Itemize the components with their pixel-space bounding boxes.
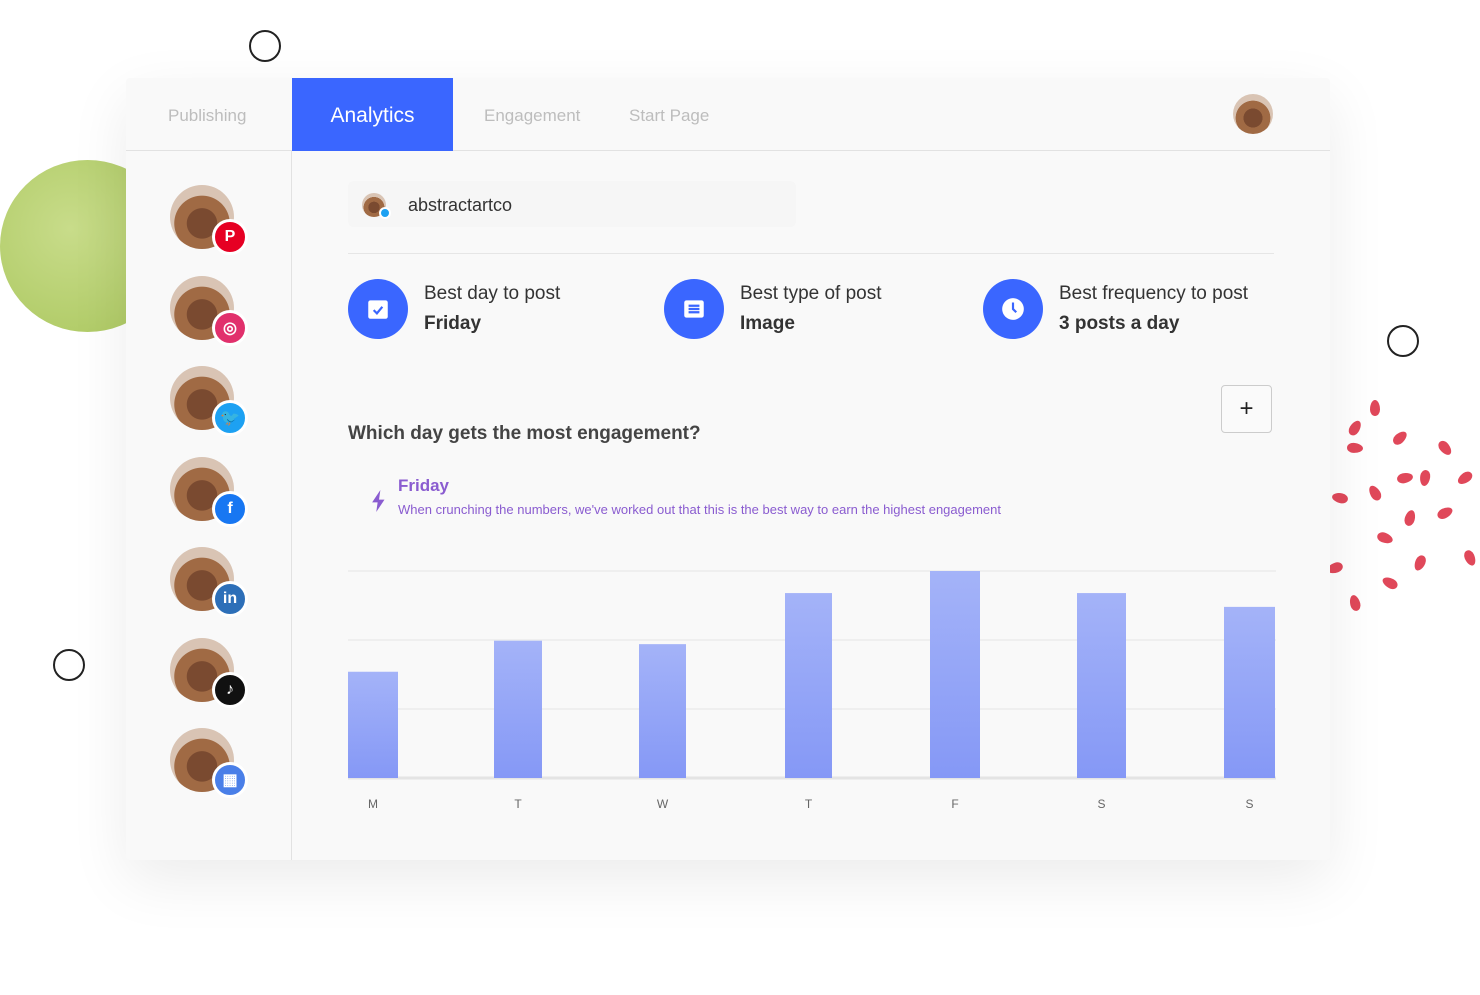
pinterest-icon: P xyxy=(212,219,248,255)
clock-icon xyxy=(983,279,1043,339)
bar-4 xyxy=(930,571,980,778)
bar-1 xyxy=(494,640,542,778)
user-avatar[interactable] xyxy=(1233,94,1273,134)
x-tick-label: T xyxy=(514,797,522,811)
tab-analytics[interactable]: Analytics xyxy=(292,78,453,151)
engagement-bar-chart: MTWTFSS xyxy=(348,570,1276,811)
stat-value: Friday xyxy=(424,313,482,334)
petal xyxy=(1380,574,1400,592)
petal xyxy=(1331,491,1349,505)
bar-5 xyxy=(1077,593,1126,778)
linkedin-icon: in xyxy=(212,581,248,617)
tab-engagement[interactable]: Engagement xyxy=(484,78,580,151)
bar-0 xyxy=(348,671,398,778)
account-name: abstractartco xyxy=(408,195,513,215)
chart-question: Which day gets the most engagement? xyxy=(348,423,701,444)
petal xyxy=(1455,469,1475,487)
channel-facebook[interactable]: f xyxy=(170,456,248,527)
bar-6 xyxy=(1224,606,1275,778)
stat-value: 3 posts a day xyxy=(1059,313,1180,334)
tiktok-icon: ♪ xyxy=(212,671,248,708)
channel-google-business[interactable]: ▦ xyxy=(170,728,248,798)
channel-linkedin[interactable]: in xyxy=(170,547,248,617)
analytics-main: abstractartco Best day to post Friday Bes… xyxy=(348,151,1276,860)
petal xyxy=(1366,483,1384,503)
petal xyxy=(1370,400,1380,416)
add-button[interactable]: + xyxy=(1221,385,1272,433)
x-tick-label: S xyxy=(1097,797,1105,811)
calendar-icon xyxy=(348,279,408,339)
channel-instagram[interactable]: ◎ xyxy=(170,275,248,346)
stat-label: Best frequency to post xyxy=(1059,283,1249,304)
petal xyxy=(1412,553,1428,573)
x-tick-label: S xyxy=(1245,797,1253,811)
stat-best-frequency: Best frequency to post 3 posts a day xyxy=(983,279,1248,339)
stat-label: Best type of post xyxy=(740,283,882,304)
bar-3 xyxy=(785,593,832,778)
tab-start-page[interactable]: Start Page xyxy=(629,78,709,151)
petal xyxy=(1390,428,1410,448)
petal xyxy=(1396,471,1414,485)
stat-best-day: Best day to post Friday xyxy=(348,279,560,339)
petal xyxy=(1402,508,1418,528)
account-selector[interactable]: abstractartco xyxy=(348,181,796,227)
petal xyxy=(1418,469,1432,487)
decor-circle xyxy=(1387,325,1419,357)
instagram-icon: ◎ xyxy=(212,309,248,346)
stat-label: Best day to post xyxy=(424,283,561,304)
x-tick-label: W xyxy=(657,797,669,811)
google-business-icon: ▦ xyxy=(212,762,248,798)
facebook-icon: f xyxy=(212,490,248,527)
x-tick-label: F xyxy=(951,797,958,811)
petal xyxy=(1346,442,1364,454)
petal xyxy=(1346,418,1364,438)
decor-circle xyxy=(53,649,85,681)
channel-twitter[interactable]: 🐦 xyxy=(170,366,248,436)
twitter-icon: 🐦 xyxy=(212,400,248,436)
decor-circle xyxy=(249,30,281,62)
petal xyxy=(1435,504,1455,522)
channel-sidebar: P ◎ 🐦 f in ♪ ▦ xyxy=(126,151,292,860)
app-window: Publishing Analytics Engagement Start Pa… xyxy=(126,78,1330,860)
petal xyxy=(1462,548,1478,568)
petal xyxy=(1348,593,1362,613)
tab-publishing[interactable]: Publishing xyxy=(168,78,246,151)
channel-tiktok[interactable]: ♪ xyxy=(170,637,248,708)
top-nav: Publishing Analytics Engagement Start Pa… xyxy=(126,78,1330,151)
bar-2 xyxy=(639,644,686,778)
document-icon xyxy=(664,279,724,339)
x-tick-label: M xyxy=(368,797,378,811)
petal xyxy=(1375,530,1395,546)
channel-pinterest[interactable]: P xyxy=(170,185,248,255)
twitter-icon xyxy=(379,207,391,219)
stat-best-type: Best type of post Image xyxy=(664,279,882,339)
stat-value: Image xyxy=(740,313,795,334)
divider xyxy=(348,253,1274,254)
x-tick-label: T xyxy=(805,797,813,811)
petal xyxy=(1436,438,1454,458)
